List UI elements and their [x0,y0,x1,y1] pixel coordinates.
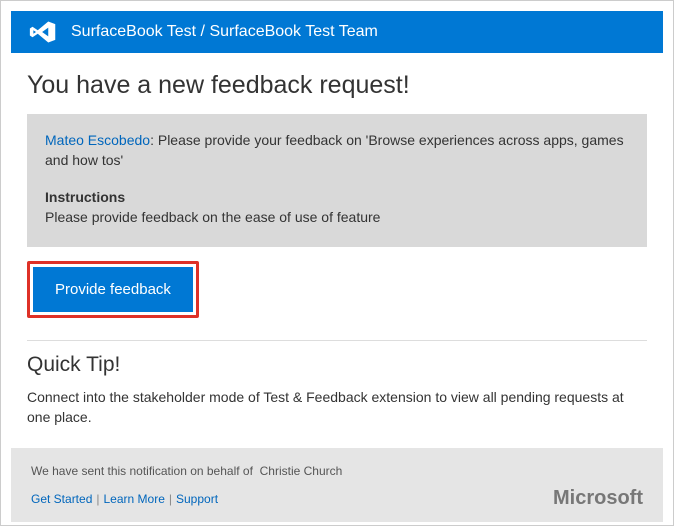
header-bar: SurfaceBook Test / SurfaceBook Test Team [11,11,663,53]
instructions-label: Instructions [45,187,629,207]
footer-links: Get Started | Learn More | Support [31,492,643,506]
sent-by-line: We have sent this notification on behalf… [31,464,643,478]
learn-more-link[interactable]: Learn More [104,492,165,506]
microsoft-logo: Microsoft [553,487,643,510]
page-title: You have a new feedback request! [27,71,647,100]
quick-tip-title: Quick Tip! [27,353,647,377]
get-started-link[interactable]: Get Started [31,492,92,506]
link-divider: | [96,492,99,506]
sender-name: Christie Church [260,464,343,478]
instructions-text: Please provide feedback on the ease of u… [45,207,629,227]
feedback-request-box: Mateo Escobedo: Please provide your feed… [27,114,647,247]
requester-name: Mateo Escobedo [45,132,150,148]
footer-bar: We have sent this notification on behalf… [11,448,663,522]
requester-separator: : [150,132,158,148]
link-divider: | [169,492,172,506]
support-link[interactable]: Support [176,492,218,506]
quick-tip-text: Connect into the stakeholder mode of Tes… [27,387,647,428]
divider [27,340,647,341]
content-area: You have a new feedback request! Mateo E… [1,53,673,428]
request-message-line: Mateo Escobedo: Please provide your feed… [45,130,629,171]
provide-feedback-highlight: Provide feedback [27,261,199,318]
sent-by-prefix: We have sent this notification on behalf… [31,464,256,478]
breadcrumb: SurfaceBook Test / SurfaceBook Test Team [71,23,378,41]
visual-studio-icon [29,21,57,43]
provide-feedback-button[interactable]: Provide feedback [33,267,193,312]
